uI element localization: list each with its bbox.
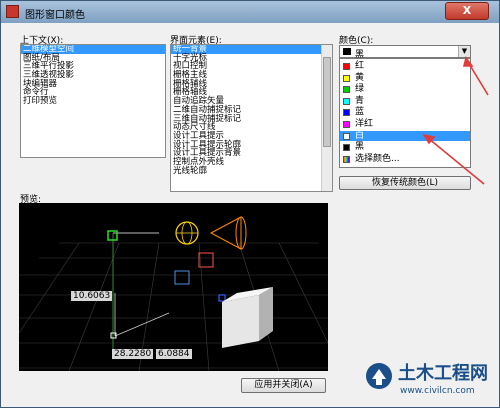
watermark-url: www.civilcn.com [400,386,475,396]
watermark-name: 土木工程网 [398,363,488,384]
annotation-arrows [422,56,489,185]
annotation-arrowhead-1 [462,56,474,67]
annotation-arrow-1 [467,61,489,96]
annotation-arrow-2 [427,137,485,185]
site-watermark: 土木工程网 www.civilcn.com [364,357,498,407]
watermark-logo-icon [366,363,392,389]
